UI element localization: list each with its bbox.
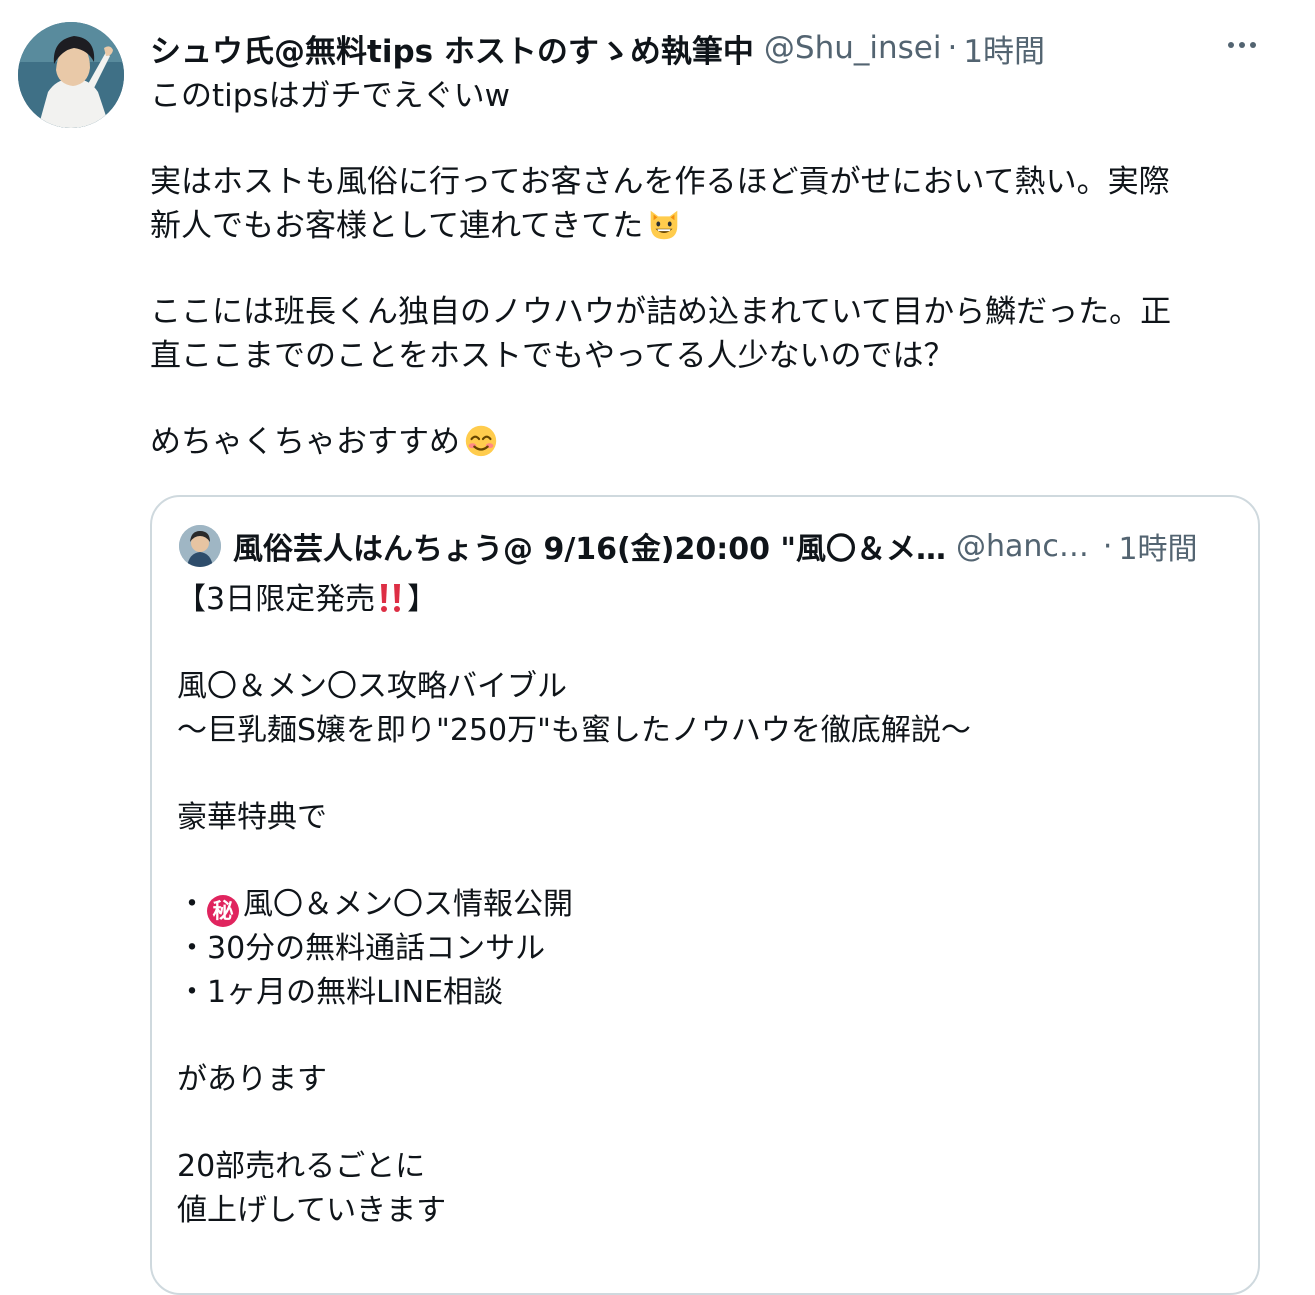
quoted-line: 風〇＆メン〇ス攻略バイブル — [177, 669, 567, 704]
author-handle[interactable]: @Shu_insei — [764, 30, 942, 66]
quoted-line: 20部売れるごとに — [177, 1149, 426, 1184]
quoted-line: ・1ヶ月の無料LINE相談 — [177, 975, 504, 1010]
quoted-line: 【3日限定発売 】 — [176, 578, 971, 622]
separator-dot: · — [947, 30, 958, 66]
tweet-line: 新人でもお客様として連れてきてた — [150, 204, 1260, 248]
quoted-line: 値上げしていきます — [177, 1193, 447, 1228]
quoted-tweet-text: 【3日限定発売 】 風〇＆メン〇ス攻略バイブル 〜巨乳麺S嬢を即り"250万"も… — [176, 578, 971, 1233]
tweet-line: 直ここまでのことをホストでもやってる人少ないのでは？ — [150, 338, 955, 374]
quoted-line-text: 【3日限定発売 — [176, 582, 376, 617]
quoted-line-text: 風〇＆メン〇ス情報公開 — [243, 887, 573, 922]
tweet-header: シュウ氏@無料tips ホストのすゝめ執筆中 @Shu_insei · 1時間 — [150, 24, 1260, 72]
tweet-line-text: 新人でもお客様として連れてきてた — [150, 208, 644, 244]
quoted-line: ・秘風〇＆メン〇ス情報公開 — [177, 883, 971, 927]
quoted-tweet-header: 風俗芸人はんちょう@ 9/16(金)20:00 "風〇＆メ… @hanc… · … — [179, 523, 1239, 569]
smiling-face-emoji-icon — [462, 421, 500, 459]
author-avatar[interactable] — [18, 22, 124, 128]
quoted-tweet-timestamp[interactable]: 1時間 — [1118, 524, 1197, 568]
grinning-cat-emoji-icon — [645, 205, 683, 243]
quoted-line-text: ・ — [177, 887, 207, 922]
tweet-line-text: めちゃくちゃおすすめ — [150, 424, 460, 460]
tweet: シュウ氏@無料tips ホストのすゝめ執筆中 @Shu_insei · 1時間 … — [0, 0, 1315, 1295]
quoted-line: ・30分の無料通話コンサル — [177, 931, 546, 966]
more-options-icon[interactable] — [1222, 30, 1262, 60]
quoted-line: 豪華特典で — [177, 800, 327, 835]
tweet-text: このtipsはガチでえぐいw 実はホストも風俗に行ってお客さんを作るほど貢がせに… — [150, 74, 1260, 464]
quoted-line: があります — [177, 1062, 327, 1097]
quoted-line-text: 】 — [407, 582, 438, 617]
secret-badge-icon: 秘 — [207, 895, 239, 927]
quoted-line: 〜巨乳麺S嬢を即り"250万"も蜜したノウハウを徹底解説〜 — [177, 713, 971, 748]
tweet-line: ここには班長くん独自のノウハウが詰め込まれていて目から鱗だった。正 — [150, 294, 1172, 330]
double-exclamation-icon — [375, 581, 407, 615]
author-display-name[interactable]: シュウ氏@無料tips ホストのすゝめ執筆中 — [150, 26, 754, 71]
tweet-line: 実はホストも風俗に行ってお客さんを作るほど貢がせにおいて熱い。実際 — [150, 164, 1170, 200]
quoted-author-display-name[interactable]: 風俗芸人はんちょう@ 9/16(金)20:00 "風〇＆メ… — [233, 524, 946, 568]
separator-dot: · — [1102, 528, 1113, 564]
quoted-author-handle[interactable]: @hanc… — [956, 529, 1089, 564]
tweet-line: めちゃくちゃおすすめ — [150, 420, 1260, 464]
tweet-timestamp[interactable]: 1時間 — [963, 26, 1045, 71]
tweet-line: このtipsはガチでえぐいw — [150, 78, 511, 114]
quoted-author-avatar[interactable] — [179, 525, 221, 567]
